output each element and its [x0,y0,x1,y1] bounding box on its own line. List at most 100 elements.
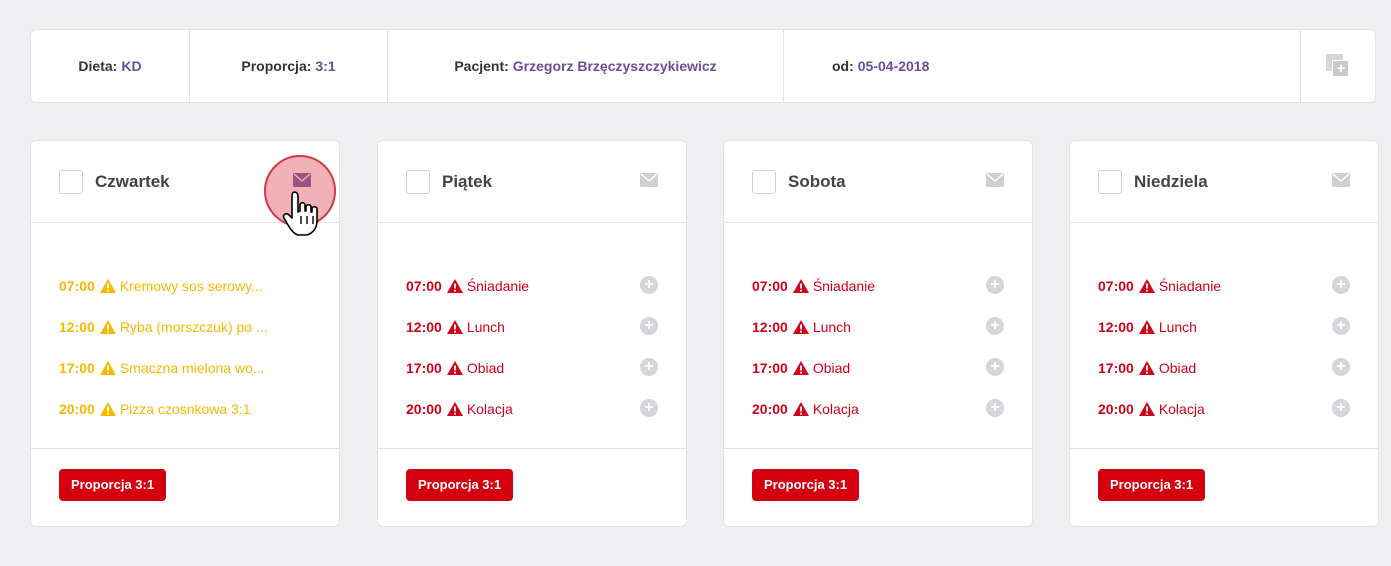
mail-icon[interactable] [986,173,1004,187]
day-checkbox[interactable] [1098,169,1122,194]
meal-item[interactable]: 17:00 Obiad + [724,347,1032,388]
add-meal-icon[interactable]: + [640,317,658,335]
proporcja-button[interactable]: Proporcja 3:1 [752,469,860,501]
meal-item[interactable]: 12:00 Ryba (morszczuk) po ... [31,306,339,347]
add-meal-icon[interactable]: + [986,276,1004,294]
warning-icon [99,360,116,375]
meal-time: 12:00 [752,318,788,335]
mail-icon[interactable] [1332,173,1350,187]
od-label: od: [832,58,854,74]
day-checkbox[interactable] [406,169,430,194]
add-meal-icon[interactable]: + [1332,276,1350,294]
proporcja-label: Proporcja: [241,58,312,74]
add-meal-icon[interactable]: + [986,358,1004,376]
add-meal-icon[interactable]: + [640,358,658,376]
meals-list: 07:00 Kremowy sos serowy... 12:00 Ryba (mor… [31,223,339,449]
meal-name[interactable]: Pizza czosnkowa 3:1 [120,401,251,417]
warning-icon [99,319,116,334]
meal-time: 20:00 [59,400,95,417]
meal-item[interactable]: 07:00 Śniadanie + [1070,265,1378,306]
meal-name[interactable]: Śniadanie [813,278,875,294]
meal-item[interactable]: 20:00 Kolacja + [724,388,1032,429]
dieta-value: KD [121,58,142,74]
day-checkbox[interactable] [752,169,776,194]
proporcja-value: 3:1 [315,58,336,74]
od-cell: od: 05-04-2018 [784,30,1300,102]
meal-name[interactable]: Lunch [1159,319,1197,335]
meal-time: 17:00 [1098,359,1134,376]
meal-name[interactable]: Śniadanie [1159,278,1221,294]
meal-name[interactable]: Kolacja [813,401,859,417]
meal-item[interactable]: 12:00 Lunch + [378,306,686,347]
add-meal-icon[interactable]: + [1332,317,1350,335]
day-card-footer: Proporcja 3:1 [378,449,686,501]
day-card-header: Piątek [378,141,686,223]
od-value: 05-04-2018 [857,58,930,74]
add-meal-icon[interactable]: + [640,399,658,417]
meal-name[interactable]: Smaczna mielona wo... [120,360,265,376]
meal-name[interactable]: Obiad [467,360,504,376]
meal-item[interactable]: 20:00 Pizza czosnkowa 3:1 [31,388,339,429]
copy-button[interactable]: + [1300,30,1375,102]
meal-name[interactable]: Ryba (morszczuk) po ... [120,319,268,335]
meal-name[interactable]: Śniadanie [467,278,529,294]
meal-name[interactable]: Kremowy sos serowy... [120,278,263,294]
warning-icon [1138,401,1155,416]
proporcja-button[interactable]: Proporcja 3:1 [59,469,167,501]
meal-item[interactable]: 20:00 Kolacja + [378,388,686,429]
meal-item[interactable]: 17:00 Smaczna mielona wo... [31,347,339,388]
warning-icon [446,319,463,334]
meal-item[interactable]: 20:00 Kolacja + [1070,388,1378,429]
day-card: Sobota 07:00 Śniadanie +12:00 Lunch +17:00 Obi… [723,140,1033,527]
proporcja-button[interactable]: Proporcja 3:1 [1098,469,1206,501]
warning-icon [99,278,116,293]
day-card-footer: Proporcja 3:1 [31,449,339,501]
pacjent-value[interactable]: Grzegorz Brzęczyszczykiewicz [513,58,717,74]
warning-icon [1138,319,1155,334]
add-meal-icon[interactable]: + [640,276,658,294]
meal-time: 17:00 [406,359,442,376]
meal-item[interactable]: 07:00 Kremowy sos serowy... [31,265,339,306]
meal-time: 07:00 [1098,277,1134,294]
warning-icon [446,278,463,293]
meal-name[interactable]: Obiad [1159,360,1196,376]
meal-time: 17:00 [752,359,788,376]
warning-icon [792,278,809,293]
add-meal-icon[interactable]: + [1332,358,1350,376]
meal-time: 12:00 [1098,318,1134,335]
mail-icon[interactable] [640,173,658,187]
meal-item[interactable]: 07:00 Śniadanie + [378,265,686,306]
day-card-header: Sobota [724,141,1032,223]
meal-time: 20:00 [1098,400,1134,417]
meals-list: 07:00 Śniadanie +12:00 Lunch +17:00 Obiad +20:… [378,223,686,449]
meal-name[interactable]: Lunch [813,319,851,335]
warning-icon [792,401,809,416]
hand-cursor-icon [282,191,318,236]
dieta-label: Dieta: [78,58,118,74]
meal-item[interactable]: 12:00 Lunch + [1070,306,1378,347]
meal-name[interactable]: Kolacja [467,401,513,417]
day-card-header: Niedziela [1070,141,1378,223]
add-meal-icon[interactable]: + [1332,399,1350,417]
meal-name[interactable]: Obiad [813,360,850,376]
warning-icon [99,401,116,416]
meal-time: 07:00 [406,277,442,294]
meal-name[interactable]: Lunch [467,319,505,335]
meal-item[interactable]: 12:00 Lunch + [724,306,1032,347]
add-meal-icon[interactable]: + [986,399,1004,417]
warning-icon [792,319,809,334]
meal-item[interactable]: 17:00 Obiad + [1070,347,1378,388]
meal-item[interactable]: 07:00 Śniadanie + [724,265,1032,306]
pacjent-label: Pacjent: [454,58,509,74]
copy-add-icon[interactable]: + [1326,54,1350,78]
add-meal-icon[interactable]: + [986,317,1004,335]
proporcja-button[interactable]: Proporcja 3:1 [406,469,514,501]
meal-item[interactable]: 17:00 Obiad + [378,347,686,388]
meal-name[interactable]: Kolacja [1159,401,1205,417]
day-title: Piątek [442,171,493,191]
dieta-cell: Dieta: KD [31,30,190,102]
day-checkbox[interactable] [59,169,83,194]
meal-time: 07:00 [59,277,95,294]
warning-icon [446,401,463,416]
pacjent-cell: Pacjent: Grzegorz Brzęczyszczykiewicz [388,30,784,102]
